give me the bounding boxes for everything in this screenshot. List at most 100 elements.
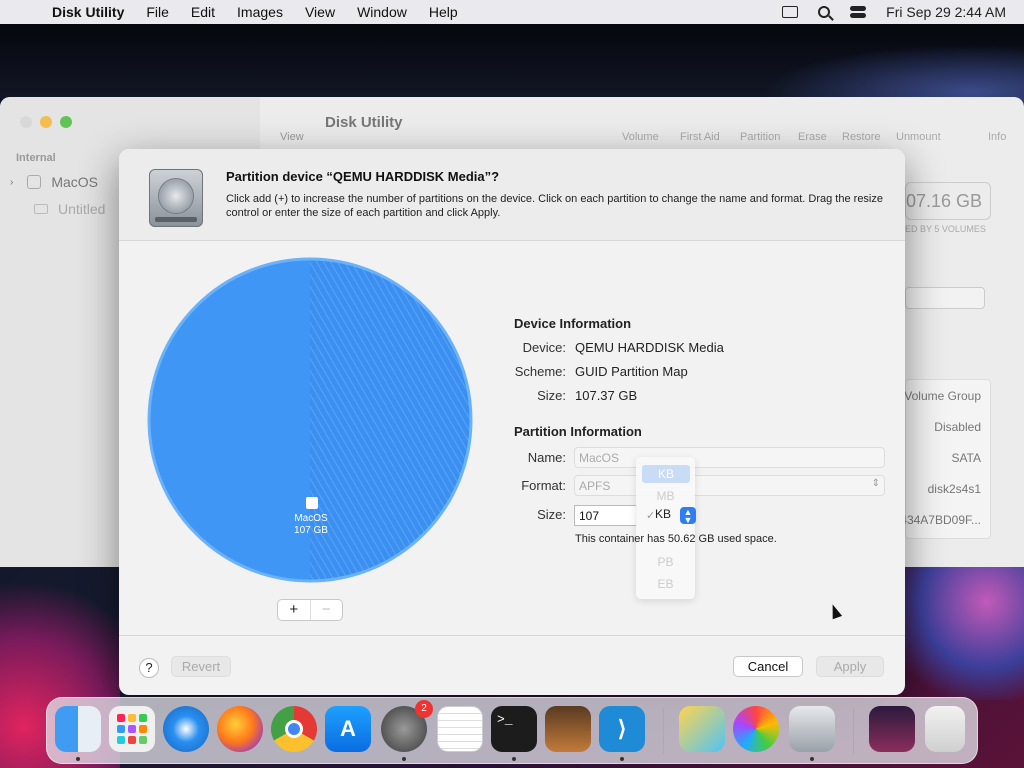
- scheme-label: Scheme:: [514, 364, 566, 379]
- add-remove-control: + −: [277, 599, 343, 621]
- dialog-footer: ? Revert Cancel Apply: [119, 635, 905, 695]
- device-size-label: Size:: [537, 388, 566, 403]
- dialog-header: Partition device “QEMU HARDDISK Media”? …: [119, 149, 905, 241]
- usage-bar: [905, 287, 985, 309]
- chrome-icon[interactable]: [271, 706, 317, 752]
- remove-partition-button[interactable]: −: [309, 600, 343, 620]
- screen-mirroring-icon[interactable]: [782, 6, 799, 18]
- device-value: QEMU HARDDISK Media: [575, 340, 724, 355]
- apply-button[interactable]: Apply: [816, 656, 884, 677]
- dock-separator-2: [853, 708, 854, 754]
- toolbar-partition[interactable]: Partition: [740, 131, 780, 143]
- unit-option-kb[interactable]: KB: [642, 465, 690, 483]
- finder-running-dot: [76, 757, 80, 761]
- traffic-lights: [20, 116, 72, 128]
- pencil-icon[interactable]: [679, 706, 725, 752]
- minimize-window-button[interactable]: [40, 116, 52, 128]
- add-partition-button[interactable]: +: [278, 600, 310, 620]
- menu-help[interactable]: Help: [429, 4, 458, 20]
- sysprefs-running-dot: [402, 757, 406, 761]
- toolbar-restore[interactable]: Restore: [842, 131, 881, 143]
- toolbar-info[interactable]: Info: [988, 131, 1006, 143]
- zoom-window-button[interactable]: [60, 116, 72, 128]
- unit-option-mb[interactable]: MB: [636, 489, 695, 503]
- scheme-value: GUID Partition Map: [575, 364, 688, 379]
- vscode-running-dot: [620, 757, 624, 761]
- dock-separator: [663, 708, 664, 754]
- menu-file[interactable]: File: [146, 4, 169, 20]
- unit-option-eb[interactable]: EB: [636, 577, 695, 591]
- info-row-4: disk2s4s1: [927, 482, 981, 496]
- toolbar-unmount[interactable]: Unmount: [896, 131, 941, 143]
- dock: A 2 >_ ⟩: [46, 697, 978, 764]
- view-menu-button[interactable]: View: [280, 131, 304, 143]
- safari-icon[interactable]: [163, 706, 209, 752]
- menu-images[interactable]: Images: [237, 4, 283, 20]
- sidebar-item-label: Untitled: [58, 201, 106, 217]
- toolbar-erase[interactable]: Erase: [798, 131, 827, 143]
- info-row-1: Volume Group: [904, 389, 981, 403]
- help-button[interactable]: ?: [139, 658, 159, 678]
- dialog-description: Click add (+) to increase the number of …: [226, 193, 883, 219]
- hard-disk-icon: [149, 169, 203, 227]
- control-center-icon[interactable]: [850, 6, 867, 18]
- device-info-heading: Device Information: [514, 316, 632, 331]
- wallpaper-top: [0, 24, 1024, 104]
- pie-label-size: 107 GB: [294, 525, 328, 536]
- vscode-icon[interactable]: ⟩: [599, 706, 645, 752]
- partition-dialog: Partition device “QEMU HARDDISK Media”? …: [119, 149, 905, 695]
- color-picker-icon[interactable]: [733, 706, 779, 752]
- terminal-running-dot: [512, 757, 516, 761]
- wallpaper-glow-right: [900, 560, 1024, 700]
- cancel-button[interactable]: Cancel: [733, 656, 803, 677]
- preview-downloads-icon[interactable]: [869, 706, 915, 752]
- chevron-updown-icon: ⇕: [871, 478, 880, 489]
- menu-clock[interactable]: Fri Sep 29 2:44 AM: [886, 4, 1006, 20]
- notification-badge: 2: [415, 700, 433, 718]
- pie-label-name: MacOS: [294, 513, 328, 524]
- disk-icon: [34, 204, 48, 214]
- disk-utility-dock-icon[interactable]: [789, 706, 835, 752]
- menu-bar: Disk Utility File Edit Images View Windo…: [0, 0, 1024, 24]
- spotlight-search-icon[interactable]: [818, 6, 831, 18]
- app-store-icon[interactable]: A: [325, 706, 371, 752]
- partition-name-field[interactable]: MacOS: [574, 447, 885, 468]
- finder-icon[interactable]: [55, 706, 101, 752]
- revert-button[interactable]: Revert: [171, 656, 231, 677]
- sidebar-section-internal: Internal: [16, 152, 56, 164]
- sidebar-item-label: MacOS: [51, 174, 99, 190]
- disclosure-icon[interactable]: ›: [10, 177, 13, 188]
- format-select[interactable]: APFS ⇕: [574, 475, 885, 496]
- sidebar-item-macos[interactable]: › MacOS: [10, 169, 98, 195]
- unit-dropdown-menu: KB MB GB TB PB EB: [636, 457, 695, 599]
- volume-icon: [27, 175, 42, 189]
- device-label: Device:: [522, 340, 566, 355]
- launchpad-icon[interactable]: [109, 706, 155, 752]
- textedit-icon[interactable]: [437, 706, 483, 752]
- disk-utility-running-dot: [810, 757, 814, 761]
- partition-size-input[interactable]: 107: [574, 505, 637, 526]
- system-preferences-icon[interactable]: 2: [381, 700, 433, 752]
- window-title: Disk Utility: [325, 114, 403, 131]
- menu-view[interactable]: View: [305, 4, 335, 20]
- info-row-2: Disabled: [934, 420, 981, 434]
- info-row-5: 434A7BD09F...: [900, 513, 981, 527]
- menu-window[interactable]: Window: [357, 4, 407, 20]
- menu-app-name[interactable]: Disk Utility: [52, 4, 124, 20]
- unit-select-value[interactable]: KB: [655, 507, 671, 521]
- partition-volume-icon: [306, 497, 318, 509]
- garageband-icon[interactable]: [545, 706, 591, 752]
- toolbar-first-aid[interactable]: First Aid: [680, 131, 720, 143]
- terminal-icon[interactable]: >_: [491, 706, 537, 752]
- toolbar-volume[interactable]: Volume: [622, 131, 659, 143]
- info-row-3: SATA: [951, 451, 981, 465]
- sidebar-item-untitled[interactable]: Untitled: [10, 196, 105, 222]
- close-window-button[interactable]: [20, 116, 32, 128]
- trash-icon[interactable]: [925, 706, 965, 752]
- format-value: APFS: [579, 479, 611, 493]
- firefox-icon[interactable]: [217, 706, 263, 752]
- unit-select-stepper[interactable]: ▲ ▼: [680, 507, 696, 525]
- menu-edit[interactable]: Edit: [191, 4, 215, 20]
- unit-option-pb[interactable]: PB: [636, 555, 695, 569]
- capacity-box: 07.16 GB: [905, 182, 991, 220]
